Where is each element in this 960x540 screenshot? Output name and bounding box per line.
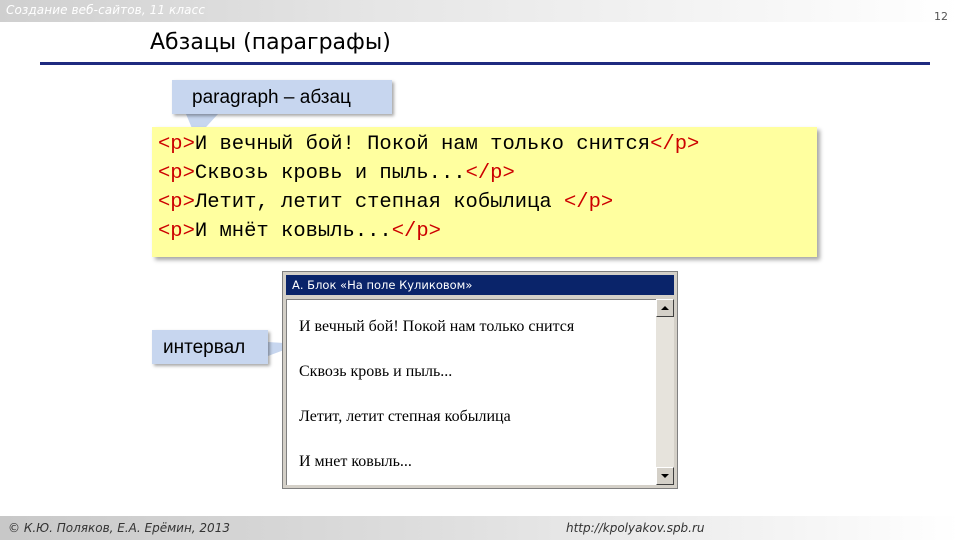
paragraph-callout: paragraph – абзац [172,80,392,114]
code-line-text: И вечный бой! Покой нам только снится [194,133,651,156]
footer-authors: © К.Ю. Поляков, Е.А. Ерёмин, 2013 [8,521,230,535]
poem-paragraph: И мнет ковыль... [299,453,412,470]
open-tag: <p> [158,162,195,185]
paragraph-callout-text: paragraph – абзац [192,87,351,108]
interval-callout-text: интервал [163,337,246,358]
open-tag: <p> [158,191,195,214]
code-line: <p>И мнёт ковыль...</p> [158,220,441,243]
browser-window: А. Блок «На поле Куликовом» И вечный бой… [282,271,678,489]
scroll-down-button[interactable] [656,467,674,485]
poem-paragraph: Сквозь кровь и пыль... [299,363,453,380]
close-tag: </p> [650,133,700,156]
open-tag: <p> [158,220,195,243]
poem-paragraph: И вечный бой! Покой нам только снится [299,318,575,335]
arrow-down-icon [661,474,669,478]
vertical-scrollbar[interactable] [656,299,674,485]
code-line: <p>Сквозь кровь и пыль...</p> [158,162,515,185]
code-line-text: Сквозь кровь и пыль... [194,162,466,185]
html-code-block: <p>И вечный бой! Покой нам только снится… [152,127,817,257]
browser-title-bar[interactable]: А. Блок «На поле Куликовом» [286,275,674,295]
browser-viewport: И вечный бой! Покой нам только снится Ск… [286,299,656,485]
footer-url: http://kpolyakov.spb.ru [566,521,705,535]
code-line: <p>Летит, летит степная кобылица </p> [158,191,613,214]
interval-callout: интервал [152,330,268,364]
arrow-up-icon [661,306,669,310]
close-tag: </p> [391,220,441,243]
close-tag: </p> [465,162,515,185]
code-line: <p>И вечный бой! Покой нам только снится… [158,133,699,156]
browser-window-title: А. Блок «На поле Куликовом» [292,278,473,292]
poem-paragraph: Летит, летит степная кобылица [299,408,511,425]
code-line-text: И мнёт ковыль... [194,220,392,243]
open-tag: <p> [158,133,195,156]
footer-bar: © К.Ю. Поляков, Е.А. Ерёмин, 2013 http:/… [0,516,960,540]
close-tag: </p> [563,191,614,214]
scroll-up-button[interactable] [656,299,674,317]
code-line-text: Летит, летит степная кобылица [194,191,564,214]
